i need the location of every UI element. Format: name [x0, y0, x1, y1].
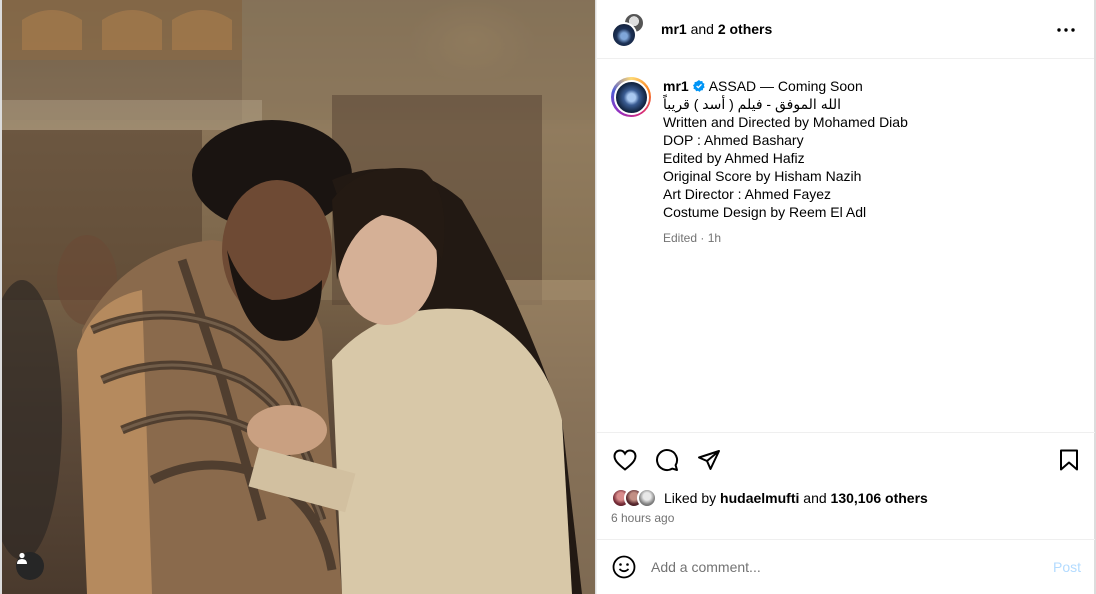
post-image-illustration: [2, 0, 595, 594]
verified-badge-icon: [692, 80, 705, 92]
post-comment-button[interactable]: Post: [1053, 559, 1081, 575]
post-caption: mr1 ASSAD — Coming Soon الله الموفق - في…: [597, 59, 1094, 432]
post-side-panel: mr1 and 2 others mr1 ASSAD — Coming Soon…: [596, 0, 1095, 594]
tagged-users-button[interactable]: [16, 552, 44, 580]
caption-line: Costume Design by Reem El Adl: [663, 204, 867, 220]
more-options-button[interactable]: [1056, 20, 1076, 40]
emoji-button[interactable]: [611, 554, 637, 580]
post-author: mr1 and 2 others: [661, 21, 772, 37]
heart-icon: [613, 449, 637, 471]
paper-plane-icon: [698, 450, 720, 470]
post-header: mr1 and 2 others: [597, 0, 1094, 59]
action-bar: [597, 433, 1095, 487]
collaborators-link[interactable]: and 2 others: [691, 21, 773, 37]
caption-text: mr1 ASSAD — Coming Soon الله الموفق - في…: [663, 77, 908, 432]
more-horizontal-icon: [1057, 28, 1075, 32]
share-button[interactable]: [695, 446, 723, 474]
avatar: [637, 488, 657, 508]
instagram-post-modal: mr1 and 2 others mr1 ASSAD — Coming Soon…: [0, 0, 1096, 594]
caption-edited-time: Edited · 1h: [663, 231, 722, 245]
caption-line: الله الموفق - فيلم ( أسد ) قريباً: [663, 96, 842, 112]
liker-username[interactable]: hudaelmufti: [720, 490, 799, 506]
emoji-icon: [612, 555, 636, 579]
caption-header: mr1 ASSAD — Coming Soon: [663, 77, 908, 95]
liker-avatars: [611, 488, 659, 508]
likes-summary: Liked by hudaelmufti and 130,106 others: [597, 487, 1095, 509]
like-button[interactable]: [611, 446, 639, 474]
caption-line: DOP : Ahmed Bashary: [663, 132, 804, 148]
post-image[interactable]: [2, 0, 595, 594]
collaborator-avatars[interactable]: [611, 12, 645, 48]
likes-conj: and: [803, 490, 827, 506]
caption-line: Written and Directed by Mohamed Diab: [663, 114, 908, 130]
caption-title: ASSAD — Coming Soon: [708, 78, 863, 94]
caption-line: Original Score by Hisham Nazih: [663, 168, 862, 184]
likes-text: Liked by hudaelmufti and 130,106 others: [664, 490, 928, 506]
avatar: [613, 79, 649, 115]
comment-icon: [656, 449, 679, 472]
save-button[interactable]: [1055, 446, 1083, 474]
comment-input[interactable]: [651, 559, 1045, 575]
user-tag-icon: [17, 552, 27, 564]
comment-composer: Post: [597, 539, 1095, 594]
likes-count-link[interactable]: 130,106 others: [831, 490, 928, 506]
bookmark-icon: [1060, 449, 1078, 471]
post-timestamp[interactable]: 6 hours ago: [597, 509, 1095, 529]
caption-line: Edited by Ahmed Hafiz: [663, 150, 805, 166]
caption-username[interactable]: mr1: [663, 77, 689, 95]
avatar: [611, 22, 637, 48]
author-username[interactable]: mr1: [661, 21, 687, 37]
post-actions-area: Liked by hudaelmufti and 130,106 others …: [597, 432, 1095, 529]
caption-line: Art Director : Ahmed Fayez: [663, 186, 832, 202]
likes-prefix: Liked by: [664, 490, 717, 506]
caption-avatar[interactable]: [611, 77, 651, 117]
comment-button[interactable]: [653, 446, 681, 474]
